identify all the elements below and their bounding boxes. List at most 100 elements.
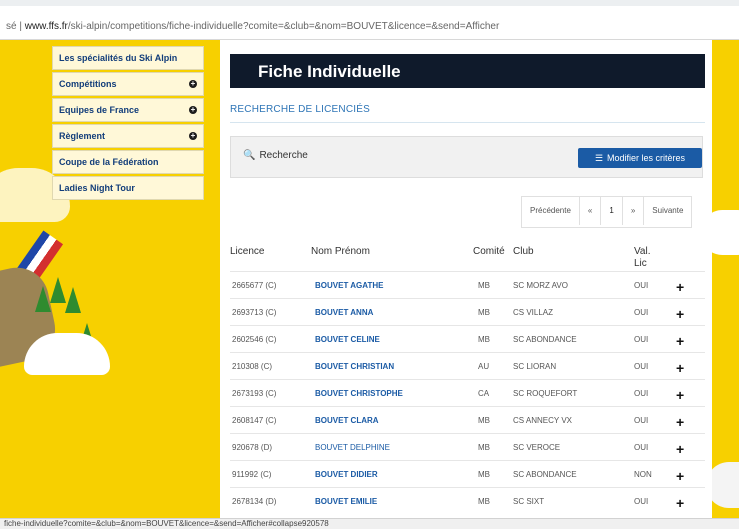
name-link[interactable]: BOUVET ANNA [315, 308, 373, 317]
comite-cell: MB [478, 443, 490, 452]
menu-item-equipes[interactable]: Equipes de France + [52, 98, 204, 122]
name-link[interactable]: BOUVET CELINE [315, 335, 380, 344]
licence-cell: 2693713 (C) [232, 308, 277, 317]
search-panel: 🔍 Recherche ☰ Modifier les critères [230, 136, 703, 178]
club-cell: SC ABONDANCE [513, 470, 577, 479]
menu-item-coupe[interactable]: Coupe de la Fédération [52, 150, 204, 174]
section-subtitle: RECHERCHE DE LICENCIÉS [230, 104, 705, 123]
comite-cell: MB [478, 497, 490, 506]
search-icon: 🔍 [243, 150, 256, 161]
header-name: Nom Prénom [311, 246, 370, 257]
table-row: 210308 (C) BOUVET CHRISTIAN AU SC LIORAN… [230, 352, 705, 379]
tab-strip [0, 0, 739, 6]
menu-item-reglement[interactable]: Règlement + [52, 124, 204, 148]
licence-cell: 911992 (C) [232, 470, 272, 479]
expand-plus-icon[interactable]: + [676, 495, 684, 511]
comite-cell: MB [478, 335, 490, 344]
name-link[interactable]: BOUVET AGATHE [315, 281, 383, 290]
table-row: 920678 (D) BOUVET DELPHINE MB SC VEROCE … [230, 433, 705, 460]
search-label: 🔍 Recherche [243, 150, 308, 161]
header-lic: Lic [634, 258, 647, 269]
val-cell: OUI [634, 416, 649, 425]
url-path: /ski-alpin/competitions/fiche-individuel… [67, 21, 500, 32]
pager-previous[interactable]: Précédente [522, 197, 580, 225]
licence-cell: 2608147 (C) [232, 416, 277, 425]
table-row: 2608147 (C) BOUVET CLARA MB CS ANNECY VX… [230, 406, 705, 433]
expand-plus-icon[interactable]: + [676, 279, 684, 295]
name-link[interactable]: BOUVET EMILIE [315, 497, 377, 506]
menu-item-label: Règlement [59, 131, 106, 141]
name-link[interactable]: BOUVET CLARA [315, 416, 379, 425]
header-club: Club [513, 246, 534, 257]
table-row: 2673193 (C) BOUVET CHRISTOPHE CA SC ROQU… [230, 379, 705, 406]
menu-item-specialites[interactable]: Les spécialités du Ski Alpin [52, 46, 204, 70]
url-text[interactable]: sé | www.ffs.fr/ski-alpin/competitions/f… [6, 21, 499, 32]
name-link[interactable]: BOUVET DIDIER [315, 470, 378, 479]
content-panel: Fiche Individuelle RECHERCHE DE LICENCIÉ… [220, 40, 712, 518]
val-cell: OUI [634, 335, 649, 344]
menu-item-label: Coupe de la Fédération [59, 157, 159, 167]
plus-circle-icon[interactable]: + [189, 132, 197, 140]
snow-mound [24, 333, 110, 375]
name-link[interactable]: BOUVET DELPHINE [315, 443, 390, 452]
tree-icon [65, 287, 81, 313]
table-row: 2678134 (D) BOUVET EMILIE MB SC SIXT OUI… [230, 487, 705, 514]
name-link[interactable]: BOUVET CHRISTOPHE [315, 389, 403, 398]
comite-cell: MB [478, 308, 490, 317]
pager-current[interactable]: 1 [601, 197, 623, 225]
licence-cell: 2602546 (C) [232, 335, 277, 344]
club-cell: SC ROQUEFORT [513, 389, 578, 398]
plus-circle-icon[interactable]: + [189, 80, 197, 88]
search-label-text: Recherche [259, 150, 308, 161]
val-cell: NON [634, 470, 652, 479]
page-title-bar: Fiche Individuelle [230, 54, 705, 88]
licence-cell: 210308 (C) [232, 362, 273, 371]
tree-icon [35, 286, 51, 312]
pager-next[interactable]: Suivante [644, 197, 691, 225]
url-prefix: sé | [6, 21, 22, 32]
modify-criteria-button[interactable]: ☰ Modifier les critères [578, 148, 702, 168]
comite-cell: MB [478, 281, 490, 290]
plus-circle-icon[interactable]: + [189, 106, 197, 114]
menu-item-label: Ladies Night Tour [59, 183, 135, 193]
club-cell: SC MORZ AVO [513, 281, 568, 290]
comite-cell: AU [478, 362, 490, 371]
val-cell: OUI [634, 308, 649, 317]
expand-plus-icon[interactable]: + [676, 387, 684, 403]
licence-cell: 2673193 (C) [232, 389, 277, 398]
header-comite: Comité [473, 246, 505, 257]
menu-item-ladies-night[interactable]: Ladies Night Tour [52, 176, 204, 200]
menu-item-label: Equipes de France [59, 105, 140, 115]
expand-plus-icon[interactable]: + [676, 306, 684, 322]
status-url: fiche-individuelle?comite=&club=&nom=BOU… [4, 519, 329, 528]
club-cell: SC SIXT [513, 497, 545, 506]
club-cell: SC ABONDANCE [513, 335, 577, 344]
expand-plus-icon[interactable]: + [676, 414, 684, 430]
val-cell: OUI [634, 362, 649, 371]
status-bar: fiche-individuelle?comite=&club=&nom=BOU… [0, 518, 739, 529]
left-menu: Les spécialités du Ski Alpin Compétition… [52, 46, 204, 202]
menu-item-label: Compétitions [59, 79, 117, 89]
licence-cell: 920678 (D) [232, 443, 273, 452]
name-link[interactable]: BOUVET CHRISTIAN [315, 362, 394, 371]
pager-last[interactable]: » [623, 197, 645, 225]
val-cell: OUI [634, 443, 649, 452]
expand-plus-icon[interactable]: + [676, 333, 684, 349]
expand-plus-icon[interactable]: + [676, 468, 684, 484]
licence-cell: 2678134 (D) [232, 497, 277, 506]
val-cell: OUI [634, 389, 649, 398]
table-row: 2602546 (C) BOUVET CELINE MB SC ABONDANC… [230, 325, 705, 352]
pager-first[interactable]: « [580, 197, 602, 225]
pagination: Précédente « 1 » Suivante [521, 196, 693, 228]
comite-cell: CA [478, 389, 490, 398]
expand-plus-icon[interactable]: + [676, 441, 684, 457]
modify-criteria-label: Modifier les critères [607, 153, 686, 163]
address-bar[interactable]: sé | www.ffs.fr/ski-alpin/competitions/f… [0, 0, 739, 40]
table-row: 2665677 (C) BOUVET AGATHE MB SC MORZ AVO… [230, 271, 705, 298]
header-val: Val. [634, 246, 651, 257]
table-row: 2693713 (C) BOUVET ANNA MB CS VILLAZ OUI… [230, 298, 705, 325]
menu-item-competitions[interactable]: Compétitions + [52, 72, 204, 96]
url-host: www.ffs.fr [24, 21, 68, 32]
table-body: 2665677 (C) BOUVET AGATHE MB SC MORZ AVO… [230, 271, 705, 514]
expand-plus-icon[interactable]: + [676, 360, 684, 376]
